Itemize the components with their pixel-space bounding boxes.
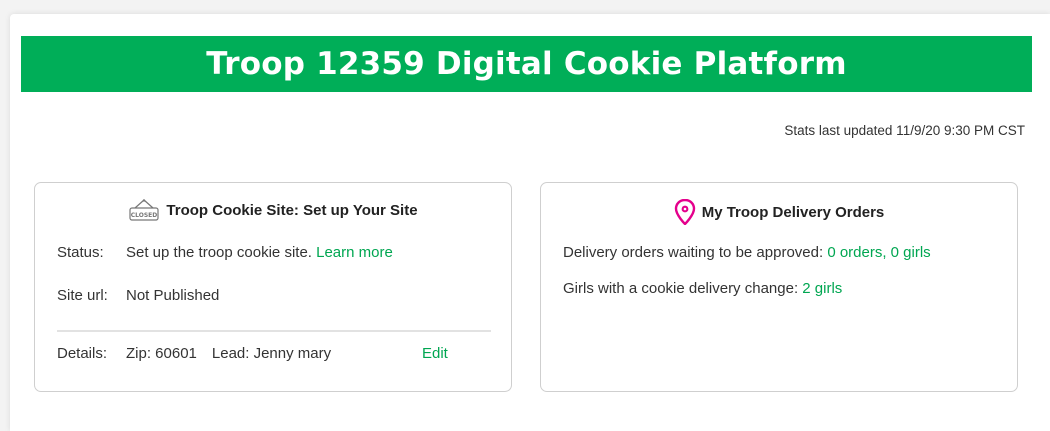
lead-text: Lead: Jenny mary bbox=[211, 345, 332, 362]
location-pin-icon bbox=[674, 199, 696, 225]
delivery-card-title: My Troop Delivery Orders bbox=[701, 203, 885, 221]
delivery-change-row: Girls with a cookie delivery change: 2 g… bbox=[563, 280, 842, 297]
details-row: Details: Zip: 60601 Lead: Jenny mary bbox=[57, 345, 331, 362]
learn-more-link[interactable]: Learn more bbox=[316, 244, 393, 261]
details-divider bbox=[57, 330, 491, 332]
waiting-orders-label: Delivery orders waiting to be approved: bbox=[563, 244, 824, 261]
waiting-orders-row: Delivery orders waiting to be approved: … bbox=[563, 244, 931, 261]
site-url-value: Not Published bbox=[126, 287, 220, 304]
troop-cookie-site-card: CLOSED Troop Cookie Site: Set up Your Si… bbox=[34, 182, 512, 392]
page-title: Troop 12359 Digital Cookie Platform bbox=[206, 46, 847, 82]
page-banner: Troop 12359 Digital Cookie Platform bbox=[21, 36, 1032, 92]
site-card-title: Troop Cookie Site: Set up Your Site bbox=[166, 201, 418, 219]
status-row: Status: Set up the troop cookie site. Lea… bbox=[57, 244, 393, 261]
delivery-change-label: Girls with a cookie delivery change: bbox=[563, 280, 799, 297]
troop-delivery-orders-card: My Troop Delivery Orders Delivery orders… bbox=[540, 182, 1018, 392]
site-url-row: Site url: Not Published bbox=[57, 287, 219, 304]
site-url-label: Site url: bbox=[57, 287, 108, 304]
closed-sign-icon: CLOSED bbox=[128, 199, 160, 221]
closed-sign-text: CLOSED bbox=[131, 212, 158, 219]
delivery-card-header: My Troop Delivery Orders bbox=[541, 199, 1017, 225]
zip-text: Zip: 60601 bbox=[126, 345, 197, 362]
waiting-orders-link[interactable]: 0 orders, 0 girls bbox=[827, 244, 930, 261]
status-value: Set up the troop cookie site. bbox=[126, 244, 312, 261]
delivery-change-link[interactable]: 2 girls bbox=[802, 280, 842, 297]
status-label: Status: bbox=[57, 244, 104, 261]
details-label: Details: bbox=[57, 345, 108, 362]
stats-updated-text: Stats last updated 11/9/20 9:30 PM CST bbox=[784, 123, 1025, 138]
edit-details-link[interactable]: Edit bbox=[422, 345, 448, 362]
site-card-header: CLOSED Troop Cookie Site: Set up Your Si… bbox=[35, 199, 511, 221]
